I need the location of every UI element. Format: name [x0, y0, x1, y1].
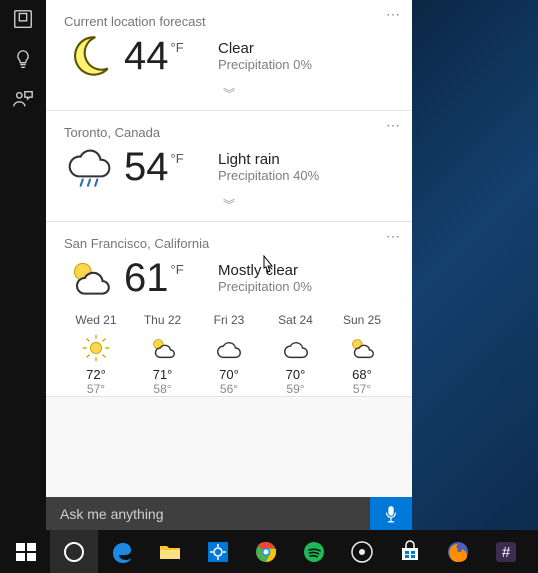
store-button[interactable] — [386, 530, 434, 573]
forecast-day[interactable]: Thu 22 71° 58° — [133, 313, 193, 396]
forecast-strip: Wed 21 72° 57° Thu 22 71° 58° Fri 23 70°… — [64, 313, 394, 396]
firefox-icon — [446, 540, 470, 564]
cloudy-icon — [214, 333, 244, 363]
partly-cloudy-icon — [347, 333, 377, 363]
rain-icon — [64, 142, 114, 192]
chrome-button[interactable] — [242, 530, 290, 573]
card-more-icon[interactable]: ⋯ — [386, 228, 402, 245]
condition: Mostly clear — [218, 262, 312, 279]
media-button[interactable] — [338, 530, 386, 573]
card-more-icon[interactable]: ⋯ — [386, 6, 402, 23]
card-title: Current location forecast — [64, 14, 394, 29]
hash-icon: # — [494, 540, 518, 564]
temperature-unit: °F — [171, 40, 184, 55]
cortana-left-rail — [0, 0, 46, 530]
condition: Clear — [218, 40, 312, 57]
precipitation: Precipitation 0% — [218, 57, 312, 72]
precipitation: Precipitation 0% — [218, 279, 312, 294]
settings-button[interactable] — [194, 530, 242, 573]
windows-icon — [14, 540, 38, 564]
bulb-icon[interactable] — [12, 48, 34, 70]
spotify-icon — [302, 540, 326, 564]
chrome-icon — [254, 540, 278, 564]
start-button[interactable] — [2, 530, 50, 573]
precipitation: Precipitation 40% — [218, 168, 319, 183]
search-placeholder: Ask me anything — [46, 506, 370, 522]
cloudy-icon — [281, 333, 311, 363]
taskbar: # — [0, 530, 538, 573]
temperature-unit: °F — [171, 262, 184, 277]
file-explorer-button[interactable] — [146, 530, 194, 573]
home-icon[interactable] — [12, 8, 34, 30]
partly-cloudy-icon — [148, 333, 178, 363]
card-title: San Francisco, California — [64, 236, 394, 251]
temperature-unit: °F — [171, 151, 184, 166]
cortana-button[interactable] — [50, 530, 98, 573]
spotify-button[interactable] — [290, 530, 338, 573]
weather-card-sf[interactable]: ⋯ San Francisco, California 61 °F Mostly… — [46, 222, 412, 397]
desktop-background[interactable] — [412, 0, 538, 530]
card-more-icon[interactable]: ⋯ — [386, 117, 402, 134]
moon-icon — [64, 31, 114, 81]
disc-icon — [350, 540, 374, 564]
sunny-icon — [81, 333, 111, 363]
condition: Light rain — [218, 151, 319, 168]
gear-icon — [206, 540, 230, 564]
forecast-day[interactable]: Sun 25 68° 57° — [332, 313, 392, 396]
temperature: 44 — [124, 36, 169, 76]
edge-button[interactable] — [98, 530, 146, 573]
card-title: Toronto, Canada — [64, 125, 394, 140]
weather-card-toronto[interactable]: ⋯ Toronto, Canada 54 °F Light rain Preci… — [46, 111, 412, 222]
partly-cloudy-icon — [64, 253, 114, 303]
chevron-down-icon[interactable]: ︾ — [64, 85, 394, 102]
store-icon — [398, 540, 422, 564]
forecast-day[interactable]: Wed 21 72° 57° — [66, 313, 126, 396]
firefox-button[interactable] — [434, 530, 482, 573]
chevron-down-icon[interactable]: ︾ — [64, 196, 394, 213]
forecast-day[interactable]: Fri 23 70° 56° — [199, 313, 259, 396]
cortana-search-bar[interactable]: Ask me anything — [46, 497, 412, 530]
temperature: 61 — [124, 258, 169, 298]
person-chat-icon[interactable] — [12, 88, 34, 110]
mic-icon — [384, 505, 398, 523]
edge-icon — [110, 540, 134, 564]
slack-button[interactable]: # — [482, 530, 530, 573]
temperature: 54 — [124, 147, 169, 187]
svg-text:#: # — [502, 544, 511, 561]
cortana-icon — [62, 540, 86, 564]
cortana-panel: ⋯ Current location forecast 44 °F Clear … — [46, 0, 412, 497]
mic-button[interactable] — [370, 497, 412, 530]
weather-card-current[interactable]: ⋯ Current location forecast 44 °F Clear … — [46, 0, 412, 111]
forecast-day[interactable]: Sat 24 70° 59° — [266, 313, 326, 396]
folder-icon — [158, 540, 182, 564]
